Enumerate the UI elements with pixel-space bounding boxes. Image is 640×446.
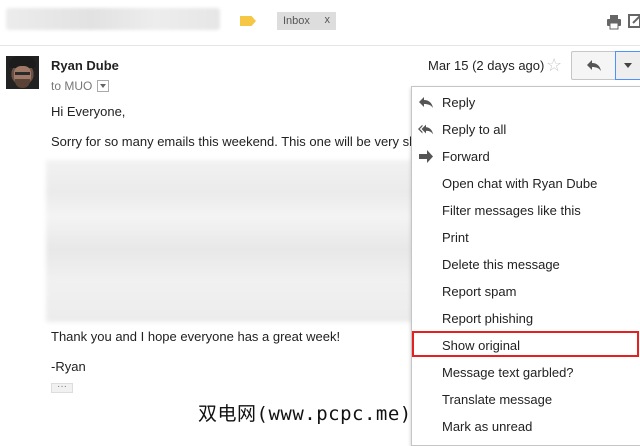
menu-item-label: Forward xyxy=(442,149,490,164)
subject-line-blurred xyxy=(6,8,220,30)
print-icon[interactable] xyxy=(606,14,622,30)
menu-item-label: Print xyxy=(442,230,469,245)
menu-item-report-spam[interactable]: Report spam xyxy=(412,278,640,305)
menu-item-filter-messages[interactable]: Filter messages like this xyxy=(412,197,640,224)
inbox-label-chip[interactable]: Inbox x xyxy=(277,12,336,30)
menu-item-label: Report spam xyxy=(442,284,517,299)
watermark-text: 双电网(www.pcpc.me) xyxy=(198,403,412,425)
menu-item-label: Message text garbled? xyxy=(442,365,574,380)
recipient-text: to MUO xyxy=(51,79,93,93)
menu-item-label: Show original xyxy=(442,338,521,353)
message-line-1: Sorry for so many emails this weekend. T… xyxy=(51,134,417,149)
menu-item-open-chat[interactable]: Open chat with Ryan Dube xyxy=(412,170,640,197)
menu-item-reply-all[interactable]: Reply to all xyxy=(412,116,640,143)
menu-item-mark-unread[interactable]: Mark as unread xyxy=(412,413,640,440)
reply-icon xyxy=(586,60,601,71)
menu-item-forward[interactable]: Forward xyxy=(412,143,640,170)
menu-item-label: Delete this message xyxy=(442,257,560,272)
menu-item-label: Report phishing xyxy=(442,311,534,326)
message-signature: -Ryan xyxy=(51,359,86,374)
menu-item-report-phishing[interactable]: Report phishing xyxy=(412,305,640,332)
remove-label-button[interactable]: x xyxy=(325,14,331,26)
forward-icon xyxy=(419,150,433,163)
message-actions-menu: Reply Reply to all Forward Open chat wit… xyxy=(411,86,640,446)
recipient-line: to MUO xyxy=(51,79,110,93)
label-importance-icon[interactable] xyxy=(240,16,256,26)
menu-item-message-garbled[interactable]: Message text garbled? xyxy=(412,359,640,386)
menu-item-translate-message[interactable]: Translate message xyxy=(412,386,640,413)
message-date: Mar 15 (2 days ago) xyxy=(428,58,545,73)
menu-item-show-original[interactable]: Show original xyxy=(412,332,640,359)
inbox-label-text: Inbox xyxy=(283,15,310,27)
message-closing: Thank you and I hope everyone has a grea… xyxy=(51,329,341,344)
menu-item-label: Translate message xyxy=(442,392,553,407)
menu-item-label: Reply xyxy=(442,95,476,110)
more-actions-button[interactable] xyxy=(615,51,640,80)
star-icon[interactable]: ☆ xyxy=(546,55,562,76)
message-greeting: Hi Everyone, xyxy=(51,104,126,119)
reply-icon xyxy=(419,97,433,108)
menu-item-reply[interactable]: Reply xyxy=(412,89,640,116)
new-window-icon[interactable] xyxy=(628,13,640,29)
menu-item-print[interactable]: Print xyxy=(412,224,640,251)
show-details-toggle[interactable] xyxy=(97,80,110,92)
message-toolbar: Inbox x xyxy=(0,0,640,46)
chevron-down-icon xyxy=(624,63,632,68)
sender-avatar[interactable] xyxy=(6,56,39,89)
menu-item-label: Open chat with Ryan Dube xyxy=(442,176,598,191)
reply-all-icon xyxy=(418,124,434,135)
menu-item-label: Mark as unread xyxy=(442,419,533,434)
menu-item-delete-message[interactable]: Delete this message xyxy=(412,251,640,278)
blurred-message-content xyxy=(46,160,412,322)
menu-item-label: Reply to all xyxy=(442,122,507,137)
reply-button[interactable] xyxy=(571,51,616,80)
sender-name[interactable]: Ryan Dube xyxy=(51,58,119,73)
show-trimmed-content-button[interactable]: ··· xyxy=(51,382,73,393)
menu-item-label: Filter messages like this xyxy=(442,203,581,218)
